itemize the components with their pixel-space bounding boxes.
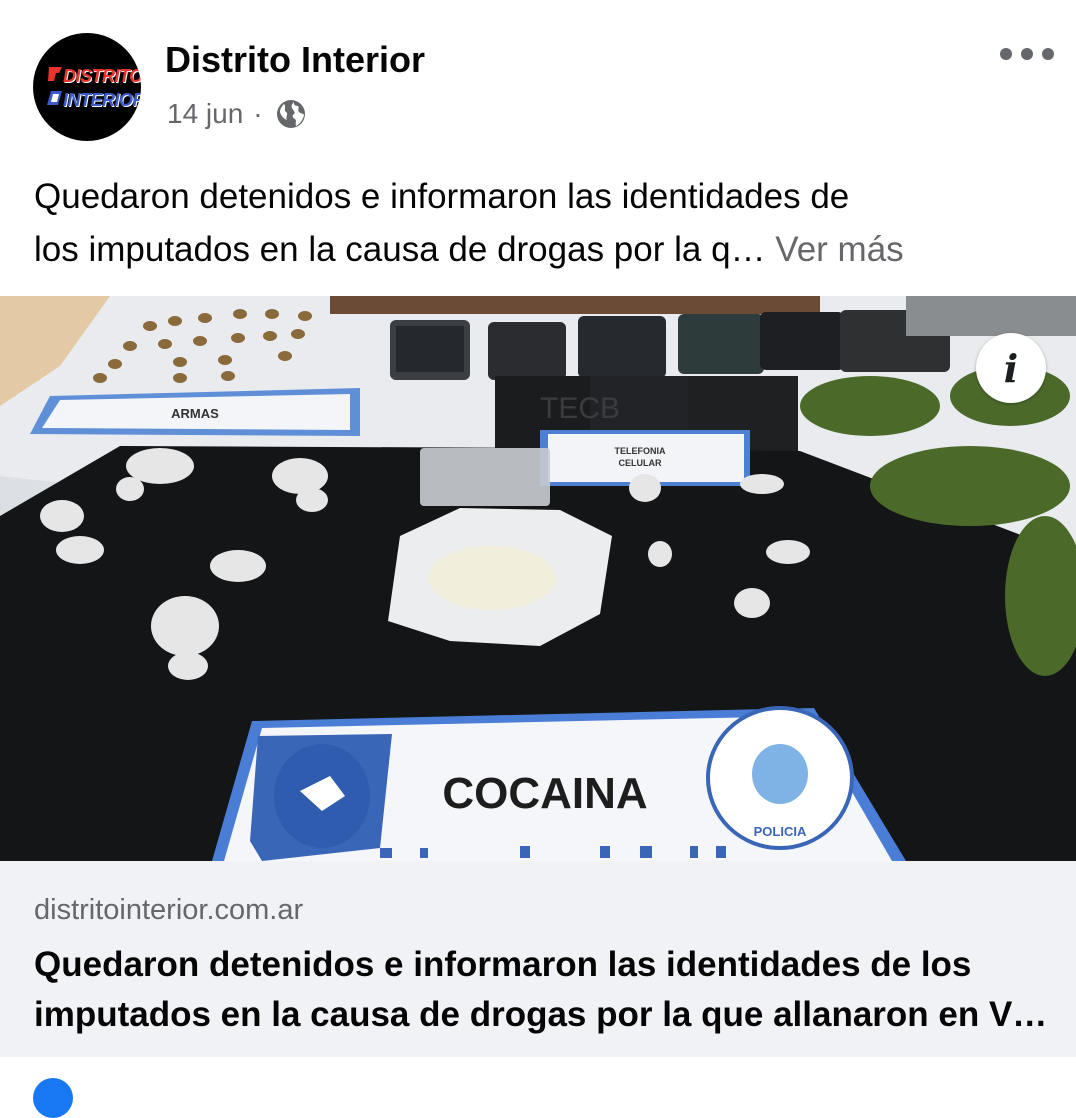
- link-domain: distritointerior.com.ar: [34, 894, 304, 926]
- logo-mark-blue: [47, 91, 62, 105]
- more-horizontal-icon-dot: [1021, 48, 1033, 60]
- telefonia-label-1: TELEFONIA: [615, 446, 666, 456]
- avatar-logo-line-2: INTERIOR: [39, 89, 141, 111]
- reaction-icon: [33, 1078, 73, 1118]
- evidence-photo: ARMAS TECB TELEFONIA CELULAR COCAINA POL…: [0, 296, 1076, 861]
- feed-post: DISTRITO INTERIOR Distrito Interior 14 j…: [0, 0, 1076, 1118]
- link-title-line: Quedaron detenidos e informaron las iden…: [34, 945, 972, 984]
- printed-text: TECB: [540, 392, 620, 425]
- policia-label: POLICIA: [754, 824, 807, 839]
- caption-line: Quedaron detenidos e informaron las iden…: [34, 177, 850, 216]
- see-more-link[interactable]: Ver más: [775, 230, 903, 269]
- post-meta: 14 jun ·: [167, 94, 307, 134]
- info-icon[interactable]: i: [976, 333, 1046, 403]
- telefonia-label-2: CELULAR: [619, 458, 662, 468]
- page-name[interactable]: Distrito Interior: [165, 38, 425, 82]
- post-caption: Quedaron detenidos e informaron las iden…: [34, 170, 1044, 276]
- post-date[interactable]: 14 jun: [167, 98, 243, 130]
- more-options-button[interactable]: [1000, 42, 1054, 66]
- caption-line: los imputados en la causa de drogas por …: [34, 230, 766, 269]
- link-title[interactable]: Quedaron detenidos e informaron las iden…: [34, 940, 1048, 1040]
- meta-separator: ·: [253, 98, 263, 129]
- logo-mark-red: [48, 67, 62, 81]
- link-title-line: imputados en la causa de drogas por la q…: [34, 995, 1048, 1034]
- globe-icon[interactable]: [275, 98, 307, 130]
- post-photo[interactable]: ARMAS TECB TELEFONIA CELULAR COCAINA POL…: [0, 296, 1076, 861]
- cocaina-label: COCAINA: [442, 769, 647, 818]
- avatar-logo-line-1: DISTRITO: [39, 65, 141, 87]
- armas-label: ARMAS: [171, 406, 219, 421]
- caption-line-with-see-more: los imputados en la causa de drogas por …: [34, 223, 1044, 276]
- page-avatar[interactable]: DISTRITO INTERIOR: [33, 33, 141, 141]
- more-horizontal-icon-dot: [1000, 48, 1012, 60]
- more-horizontal-icon-dot: [1042, 48, 1054, 60]
